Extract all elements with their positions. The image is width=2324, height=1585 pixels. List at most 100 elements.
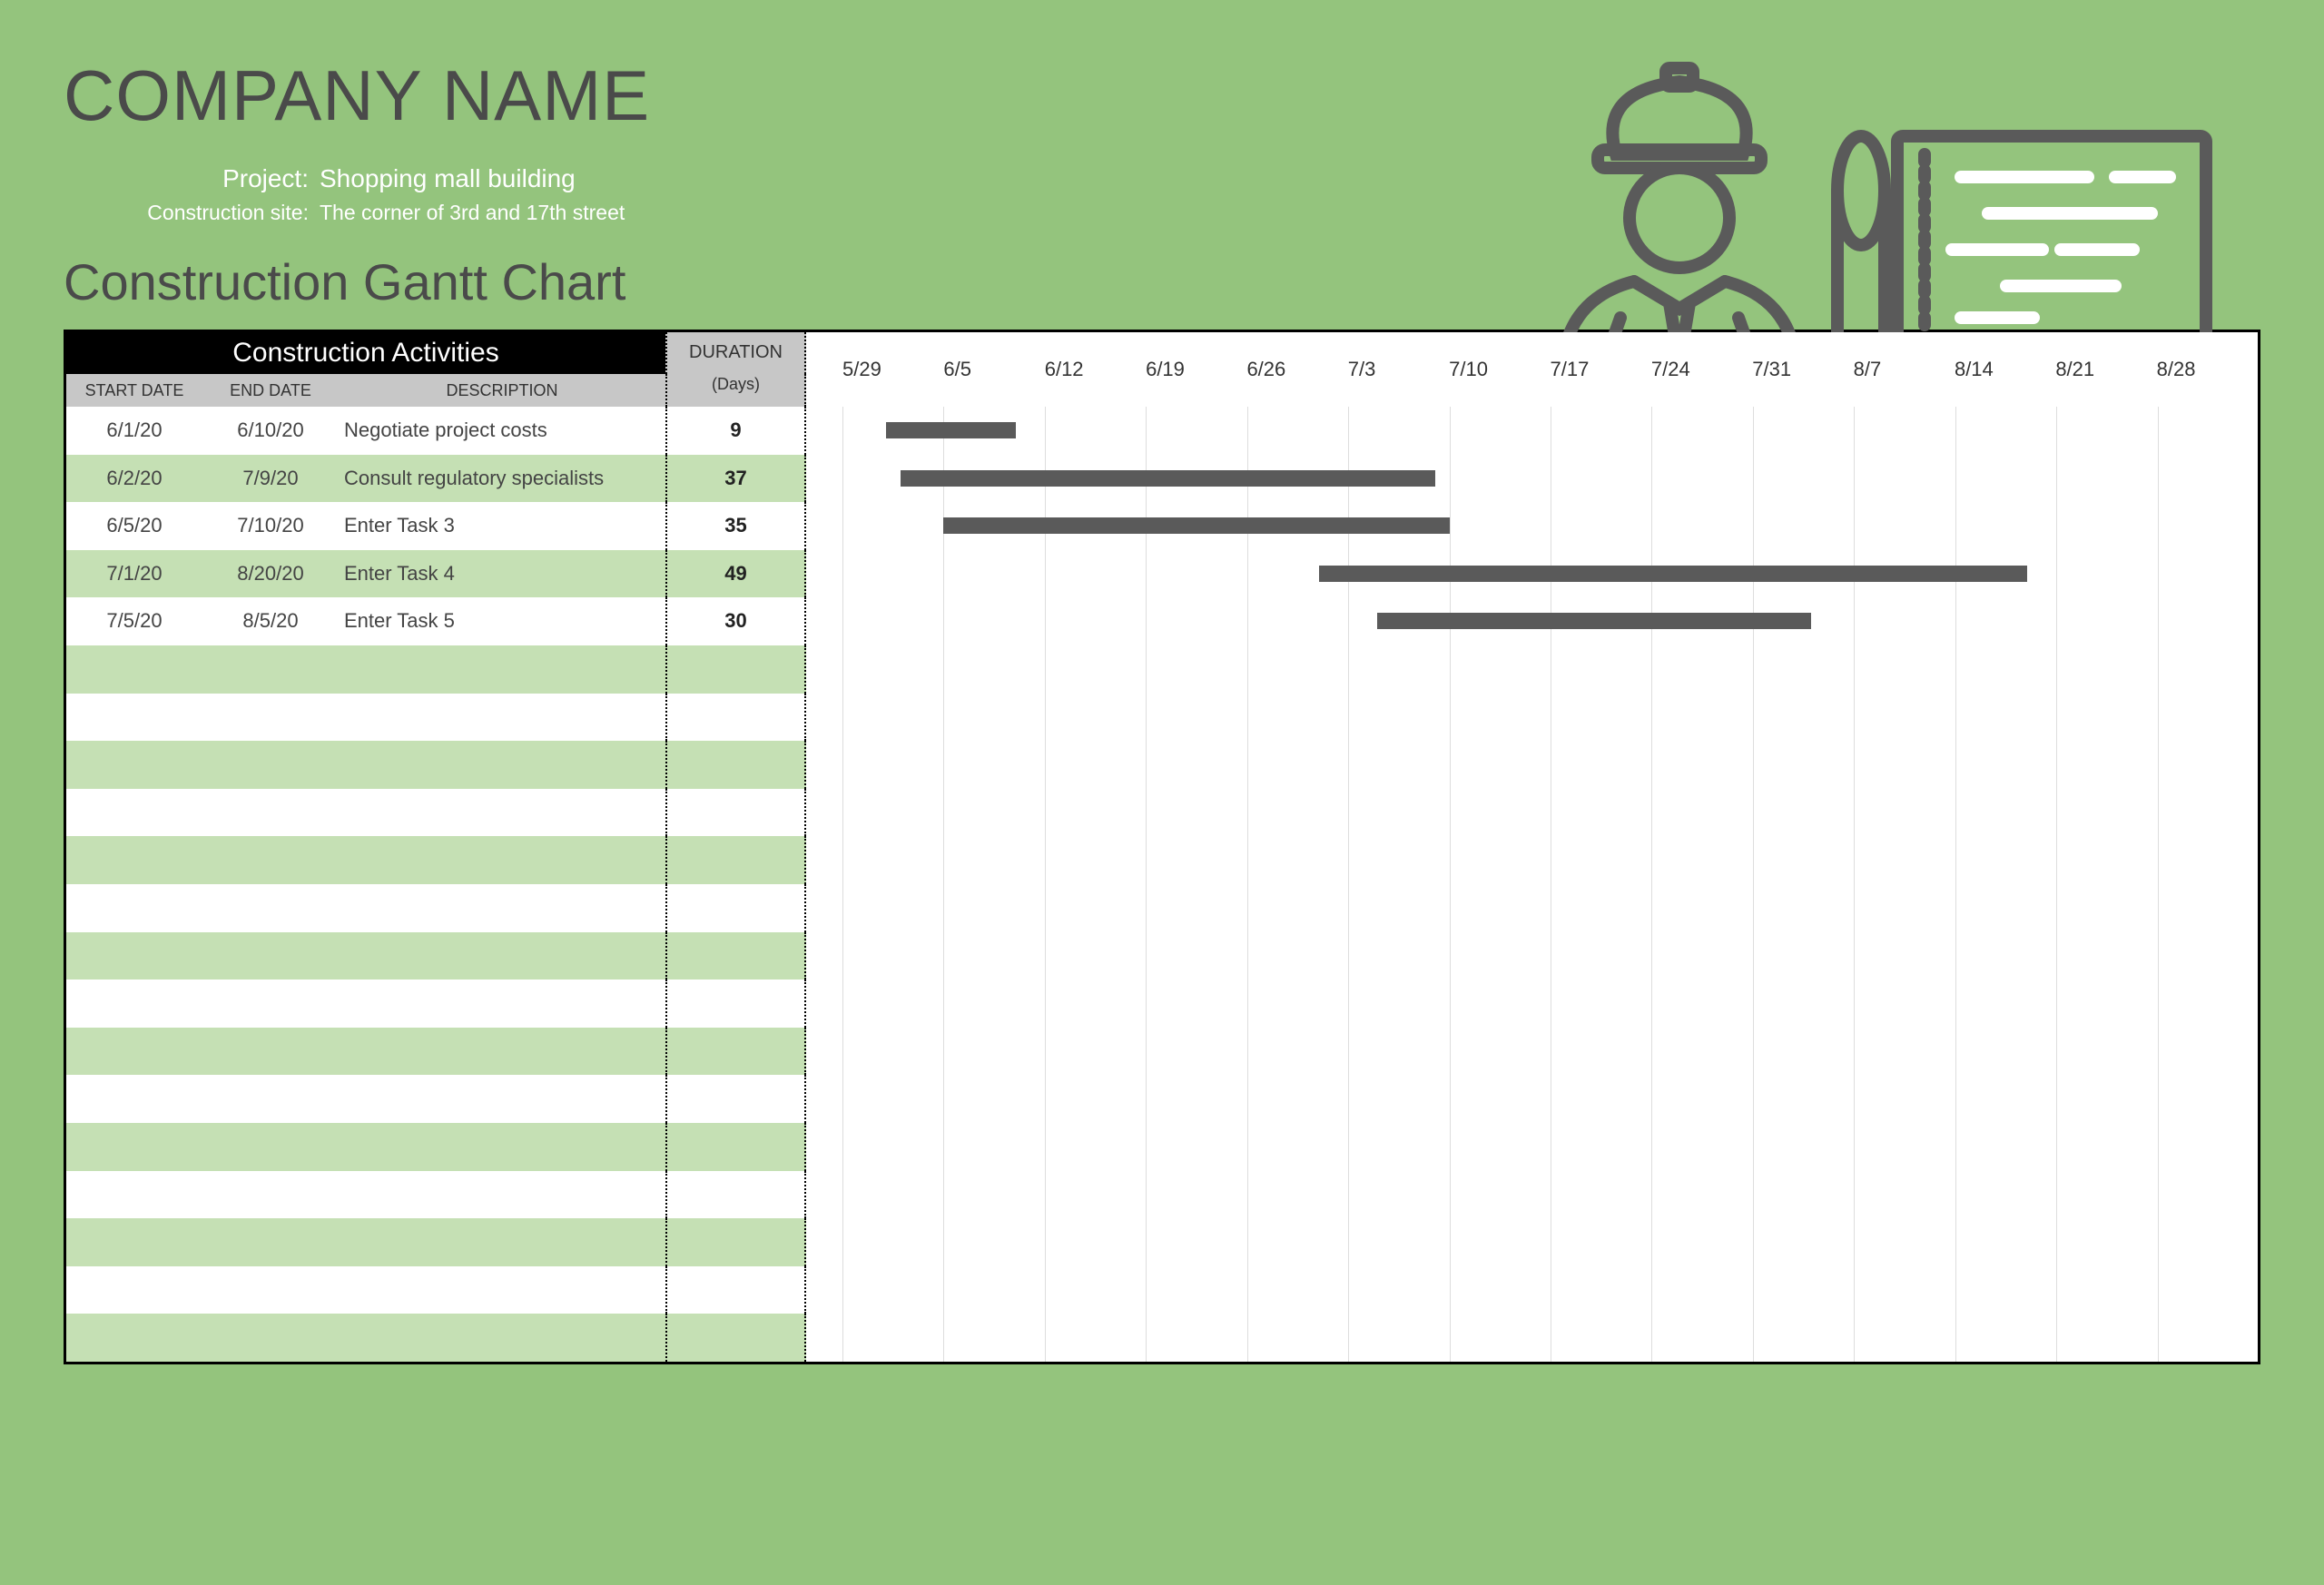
cell-end: [202, 1075, 339, 1123]
activities-panel: Construction Activities DURATION START D…: [66, 332, 806, 1362]
table-row: [66, 1123, 806, 1171]
grid-line: [1450, 407, 1451, 1362]
date-tick: 7/10: [1449, 332, 1550, 407]
table-row: [66, 1075, 806, 1123]
table-row: [66, 884, 806, 932]
date-tick: 7/31: [1752, 332, 1853, 407]
cell-duration: [665, 836, 806, 884]
cell-end: [202, 1123, 339, 1171]
cell-end: [202, 1266, 339, 1314]
cell-description: [339, 1075, 665, 1123]
table-row: [66, 741, 806, 789]
cell-start: [66, 741, 202, 789]
cell-start: [66, 1314, 202, 1362]
date-axis: 5/296/56/126/196/267/37/107/177/247/318/…: [806, 332, 2258, 407]
cell-duration: 30: [665, 597, 806, 645]
grid-line: [1146, 407, 1147, 1362]
table-row: [66, 1218, 806, 1266]
cell-description: Consult regulatory specialists: [339, 455, 665, 503]
date-tick: 6/12: [1045, 332, 1146, 407]
cell-duration: [665, 1028, 806, 1076]
table-row: 6/5/207/10/20Enter Task 335: [66, 502, 806, 550]
cell-description: Negotiate project costs: [339, 407, 665, 455]
cell-description: Enter Task 3: [339, 502, 665, 550]
project-value: Shopping mall building: [320, 164, 576, 193]
project-label: Project:: [127, 164, 309, 193]
cell-description: [339, 980, 665, 1028]
cell-start: [66, 1218, 202, 1266]
cell-start: [66, 1171, 202, 1219]
gantt-area: [842, 407, 2258, 1362]
grid-line: [1651, 407, 1652, 1362]
cell-start: [66, 1123, 202, 1171]
duration-header: DURATION: [665, 332, 806, 374]
cell-end: [202, 645, 339, 694]
table-row: [66, 694, 806, 742]
grid-line: [842, 407, 843, 1362]
cell-duration: [665, 1123, 806, 1171]
cell-duration: 49: [665, 550, 806, 598]
gantt-chart-frame: Construction Activities DURATION START D…: [64, 330, 2260, 1364]
activities-title: Construction Activities: [66, 332, 665, 374]
cell-duration: [665, 789, 806, 837]
col-start-date: START DATE: [66, 374, 202, 407]
gantt-bar: [1377, 613, 1811, 629]
header: COMPANY NAME Project: Shopping mall buil…: [64, 54, 2260, 311]
cell-end: 6/10/20: [202, 407, 339, 455]
table-row: [66, 932, 806, 980]
cell-description: [339, 932, 665, 980]
grid-line: [1348, 407, 1349, 1362]
cell-end: [202, 836, 339, 884]
table-row: 6/2/207/9/20Consult regulatory specialis…: [66, 455, 806, 503]
cell-description: [339, 1218, 665, 1266]
duration-subheader: (Days): [665, 374, 806, 407]
table-row: [66, 789, 806, 837]
date-tick: 6/5: [943, 332, 1044, 407]
date-tick: 5/29: [842, 332, 943, 407]
table-row: 7/1/208/20/20Enter Task 449: [66, 550, 806, 598]
date-tick: 7/3: [1348, 332, 1449, 407]
cell-description: [339, 1028, 665, 1076]
cell-end: [202, 980, 339, 1028]
cell-duration: [665, 694, 806, 742]
gantt-bar: [943, 517, 1449, 534]
cell-start: 6/1/20: [66, 407, 202, 455]
table-row: [66, 645, 806, 694]
cell-duration: [665, 1075, 806, 1123]
activities-header-row1: Construction Activities DURATION: [66, 332, 806, 374]
cell-start: [66, 884, 202, 932]
table-row: [66, 1028, 806, 1076]
date-tick: 8/7: [1854, 332, 1955, 407]
cell-description: [339, 1266, 665, 1314]
table-row: [66, 1171, 806, 1219]
cell-description: [339, 645, 665, 694]
activities-header-row2: START DATE END DATE DESCRIPTION (Days): [66, 374, 806, 407]
date-tick: 6/26: [1246, 332, 1347, 407]
timeline-panel: 5/296/56/126/196/267/37/107/177/247/318/…: [806, 332, 2258, 1362]
cell-end: [202, 1314, 339, 1362]
cell-description: [339, 884, 665, 932]
cell-duration: 37: [665, 455, 806, 503]
cell-description: [339, 1123, 665, 1171]
table-row: [66, 1314, 806, 1362]
cell-start: 7/1/20: [66, 550, 202, 598]
cell-duration: [665, 1314, 806, 1362]
date-tick: 7/24: [1651, 332, 1752, 407]
site-label: Construction site:: [127, 201, 309, 225]
cell-start: 6/2/20: [66, 455, 202, 503]
cell-start: [66, 645, 202, 694]
cell-duration: [665, 645, 806, 694]
gantt-bar: [886, 422, 1016, 438]
table-row: [66, 980, 806, 1028]
cell-start: [66, 1028, 202, 1076]
table-row: [66, 836, 806, 884]
grid-line: [1247, 407, 1248, 1362]
cell-description: [339, 789, 665, 837]
cell-end: [202, 1028, 339, 1076]
grid-line: [2056, 407, 2057, 1362]
date-tick: 6/19: [1146, 332, 1246, 407]
cell-start: [66, 1266, 202, 1314]
grid-line: [943, 407, 944, 1362]
cell-duration: 9: [665, 407, 806, 455]
cell-end: [202, 1218, 339, 1266]
